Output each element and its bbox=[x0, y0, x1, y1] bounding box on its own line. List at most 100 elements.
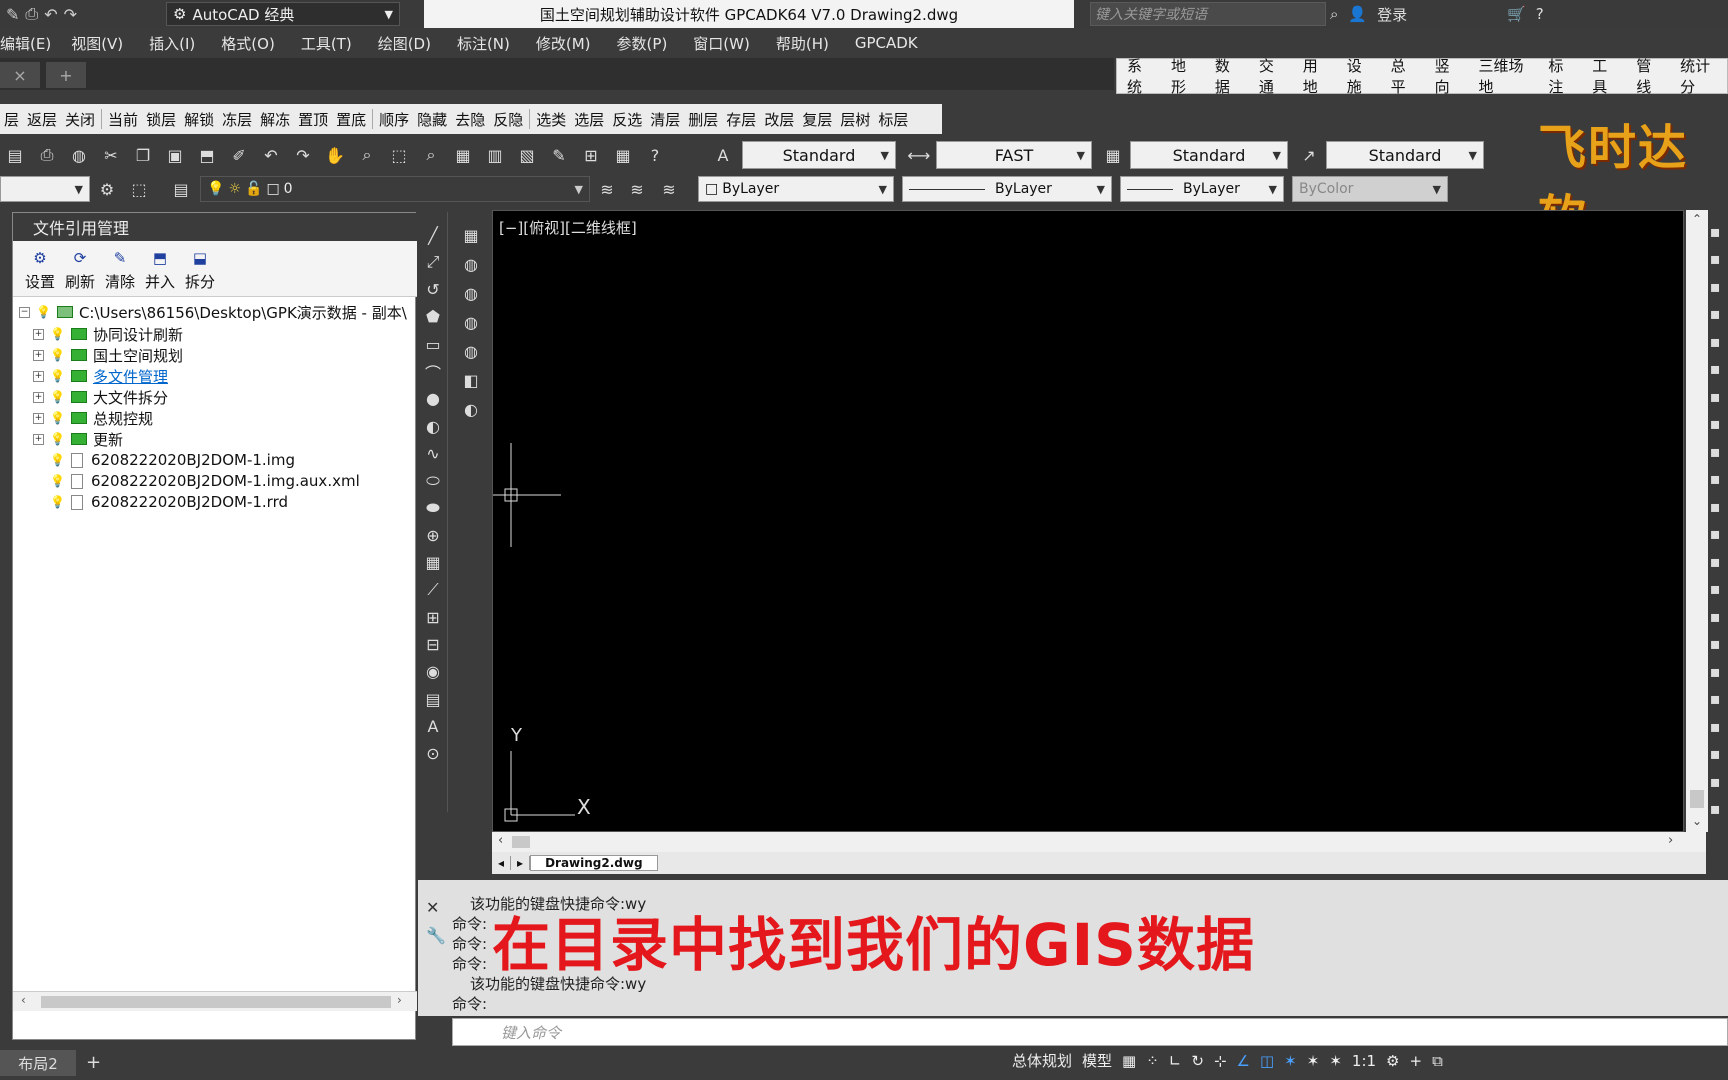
menu-item-5[interactable]: 绘图(D) bbox=[378, 33, 457, 54]
redo-icon[interactable]: ↷ bbox=[64, 5, 77, 24]
expand-icon[interactable]: + bbox=[33, 433, 44, 445]
mtext-icon[interactable]: A bbox=[420, 713, 446, 739]
dim-style-select[interactable]: FAST ▼ bbox=[936, 141, 1092, 169]
layer-tool-18[interactable]: 删层 bbox=[684, 109, 722, 130]
layer-tool-14[interactable]: 选类 bbox=[532, 109, 570, 130]
spline-icon[interactable]: ∿ bbox=[420, 440, 446, 466]
layer-manager-icon[interactable]: ⬚ bbox=[126, 176, 152, 202]
panel-tool-clear[interactable]: ✎ 清除 bbox=[101, 249, 139, 292]
modify-tool-17-icon[interactable]: ▪ bbox=[1704, 686, 1726, 712]
view-tool-4-icon[interactable]: ◍ bbox=[458, 338, 484, 364]
linetype-select[interactable]: ByLayer ▼ bbox=[902, 176, 1112, 202]
tree-file[interactable]: 💡 6208222020BJ2DOM-1.img.aux.xml bbox=[50, 470, 360, 492]
gpk-menu-item-12[interactable]: 统计分 bbox=[1670, 55, 1727, 97]
panel-tool-merge[interactable]: ⬒ 并入 bbox=[141, 249, 179, 292]
view-tool-3-icon[interactable]: ◍ bbox=[458, 309, 484, 335]
menu-item-1[interactable]: 视图(V) bbox=[71, 33, 149, 54]
panel-tool-refresh[interactable]: ⟳ 刷新 bbox=[61, 249, 99, 292]
ortho-icon[interactable]: ∟ bbox=[1169, 1052, 1182, 1070]
undo-icon[interactable]: ↶ bbox=[44, 5, 57, 24]
close-icon[interactable]: ✕ bbox=[426, 898, 439, 917]
tree-folder[interactable]: + 💡 大文件拆分 bbox=[33, 386, 168, 408]
ellipse-arc-icon[interactable]: ⬬ bbox=[420, 495, 446, 521]
snap-icon[interactable]: ⁘ bbox=[1146, 1052, 1159, 1070]
scroll-left-icon[interactable]: ‹ bbox=[498, 833, 503, 848]
modify-tool-0-icon[interactable]: ▪ bbox=[1704, 218, 1726, 244]
tree-file[interactable]: 💡 6208222020BJ2DOM-1.img bbox=[50, 449, 295, 471]
layer-tool-1[interactable]: 返层 bbox=[23, 109, 61, 130]
tree-root[interactable]: − 💡 C:\Users\86156\Desktop\GPK演示数据 - 副本\ bbox=[19, 301, 407, 323]
mleader-style-select[interactable]: Standard ▼ bbox=[1326, 141, 1484, 169]
tree-file[interactable]: 💡 6208222020BJ2DOM-1.rrd bbox=[50, 491, 288, 513]
point-icon[interactable]: ⟋ bbox=[420, 577, 446, 603]
table-icon[interactable]: ▤ bbox=[420, 686, 446, 712]
make-block-icon[interactable]: ▦ bbox=[420, 550, 446, 576]
annotation-scale-icon[interactable]: ✶ bbox=[1329, 1052, 1342, 1070]
tab-layout2[interactable]: 布局2 bbox=[0, 1050, 76, 1076]
scroll-right-icon[interactable]: › bbox=[397, 993, 402, 1007]
lineweight-select[interactable]: ByLayer ▼ bbox=[1120, 176, 1284, 202]
layer-tool-13[interactable]: 反隐 bbox=[489, 109, 527, 130]
polyline-icon[interactable]: ↺ bbox=[420, 277, 446, 303]
modify-tool-1-icon[interactable]: ▪ bbox=[1704, 246, 1726, 272]
menu-item-2[interactable]: 插入(I) bbox=[149, 33, 221, 54]
layer-tool-2[interactable]: 关闭 bbox=[61, 109, 99, 130]
plan-mode-label[interactable]: 总体规划 bbox=[1012, 1050, 1072, 1071]
new-icon[interactable]: ✎ bbox=[6, 5, 19, 24]
print-icon[interactable]: ⎙ bbox=[25, 4, 38, 24]
design-center-icon[interactable]: ▥ bbox=[482, 142, 508, 168]
open-icon[interactable]: ▤ bbox=[2, 142, 28, 168]
command-input[interactable]: 键入命令 bbox=[452, 1018, 1728, 1046]
model-button[interactable]: 模型 bbox=[1082, 1050, 1112, 1071]
redo-icon[interactable]: ↷ bbox=[290, 142, 316, 168]
circle-icon[interactable]: ● bbox=[420, 386, 446, 412]
sheet-icon[interactable]: ⊞ bbox=[578, 142, 604, 168]
gpk-menu-item-3[interactable]: 交通 bbox=[1249, 55, 1293, 97]
calculator-icon[interactable]: ▦ bbox=[610, 142, 636, 168]
properties-icon[interactable]: ▦ bbox=[450, 142, 476, 168]
layer-tool-20[interactable]: 改层 bbox=[760, 109, 798, 130]
print-icon[interactable]: ⎙ bbox=[34, 142, 60, 168]
gpk-menu-item-11[interactable]: 管线 bbox=[1626, 55, 1670, 97]
gpk-menu-item-8[interactable]: 三维场地 bbox=[1469, 55, 1539, 97]
modify-tool-14-icon[interactable]: ▪ bbox=[1704, 603, 1726, 629]
match-icon[interactable]: ⬒ bbox=[194, 142, 220, 168]
layer-tool-3[interactable]: 当前 bbox=[104, 109, 142, 130]
gpk-menu-item-0[interactable]: 系统 bbox=[1117, 55, 1161, 97]
modify-tool-13-icon[interactable]: ▪ bbox=[1704, 576, 1726, 602]
table-style-select[interactable]: Standard ▼ bbox=[1130, 141, 1288, 169]
search-input[interactable]: 键入关键字或短语 bbox=[1090, 2, 1326, 26]
modify-tool-19-icon[interactable]: ▪ bbox=[1704, 741, 1726, 767]
scroll-right-icon[interactable]: › bbox=[1668, 833, 1673, 848]
gpk-menu-item-2[interactable]: 数据 bbox=[1205, 55, 1249, 97]
scroll-down-icon[interactable]: ⌄ bbox=[1692, 814, 1702, 828]
text-style-select[interactable]: Standard ▼ bbox=[742, 141, 896, 169]
insert-block-icon[interactable]: ⊕ bbox=[420, 522, 446, 548]
make-current-icon[interactable]: ≋ bbox=[594, 176, 620, 202]
region-icon[interactable]: ◉ bbox=[420, 659, 446, 685]
pan-icon[interactable]: ✋ bbox=[322, 142, 348, 168]
tab-drawing2[interactable]: Drawing2.dwg bbox=[530, 855, 658, 871]
modify-tool-5-icon[interactable]: ▪ bbox=[1704, 356, 1726, 382]
binoculars-icon[interactable]: ⌕ bbox=[1330, 5, 1338, 23]
gpk-menu-item-4[interactable]: 用地 bbox=[1293, 55, 1337, 97]
layer-state-select[interactable]: ▼ bbox=[0, 176, 90, 202]
tree-folder[interactable]: + 💡 协同设计刷新 bbox=[33, 323, 183, 345]
view-tool-1-icon[interactable]: ◍ bbox=[458, 251, 484, 277]
xline-icon[interactable]: ⤢ bbox=[420, 249, 446, 275]
gear-icon[interactable]: ⚙ bbox=[1386, 1052, 1399, 1070]
zoom-prev-icon[interactable]: ⌕ bbox=[418, 142, 444, 168]
layer-tool-5[interactable]: 解锁 bbox=[180, 109, 218, 130]
login-button[interactable]: 登录 bbox=[1377, 4, 1407, 25]
tree-folder[interactable]: + 💡 多文件管理 bbox=[33, 365, 168, 387]
layer-tool-16[interactable]: 反选 bbox=[608, 109, 646, 130]
modify-tool-8-icon[interactable]: ▪ bbox=[1704, 438, 1726, 464]
cut-icon[interactable]: ✂ bbox=[98, 142, 124, 168]
menu-item-6[interactable]: 标注(N) bbox=[457, 33, 536, 54]
modify-tool-4-icon[interactable]: ▪ bbox=[1704, 328, 1726, 354]
view-tool-6-icon[interactable]: ◐ bbox=[458, 396, 484, 422]
menu-item-4[interactable]: 工具(T) bbox=[301, 33, 378, 54]
expand-icon[interactable]: + bbox=[33, 391, 44, 403]
layer-tool-4[interactable]: 锁层 bbox=[142, 109, 180, 130]
layer-tool-23[interactable]: 标层 bbox=[874, 109, 912, 130]
